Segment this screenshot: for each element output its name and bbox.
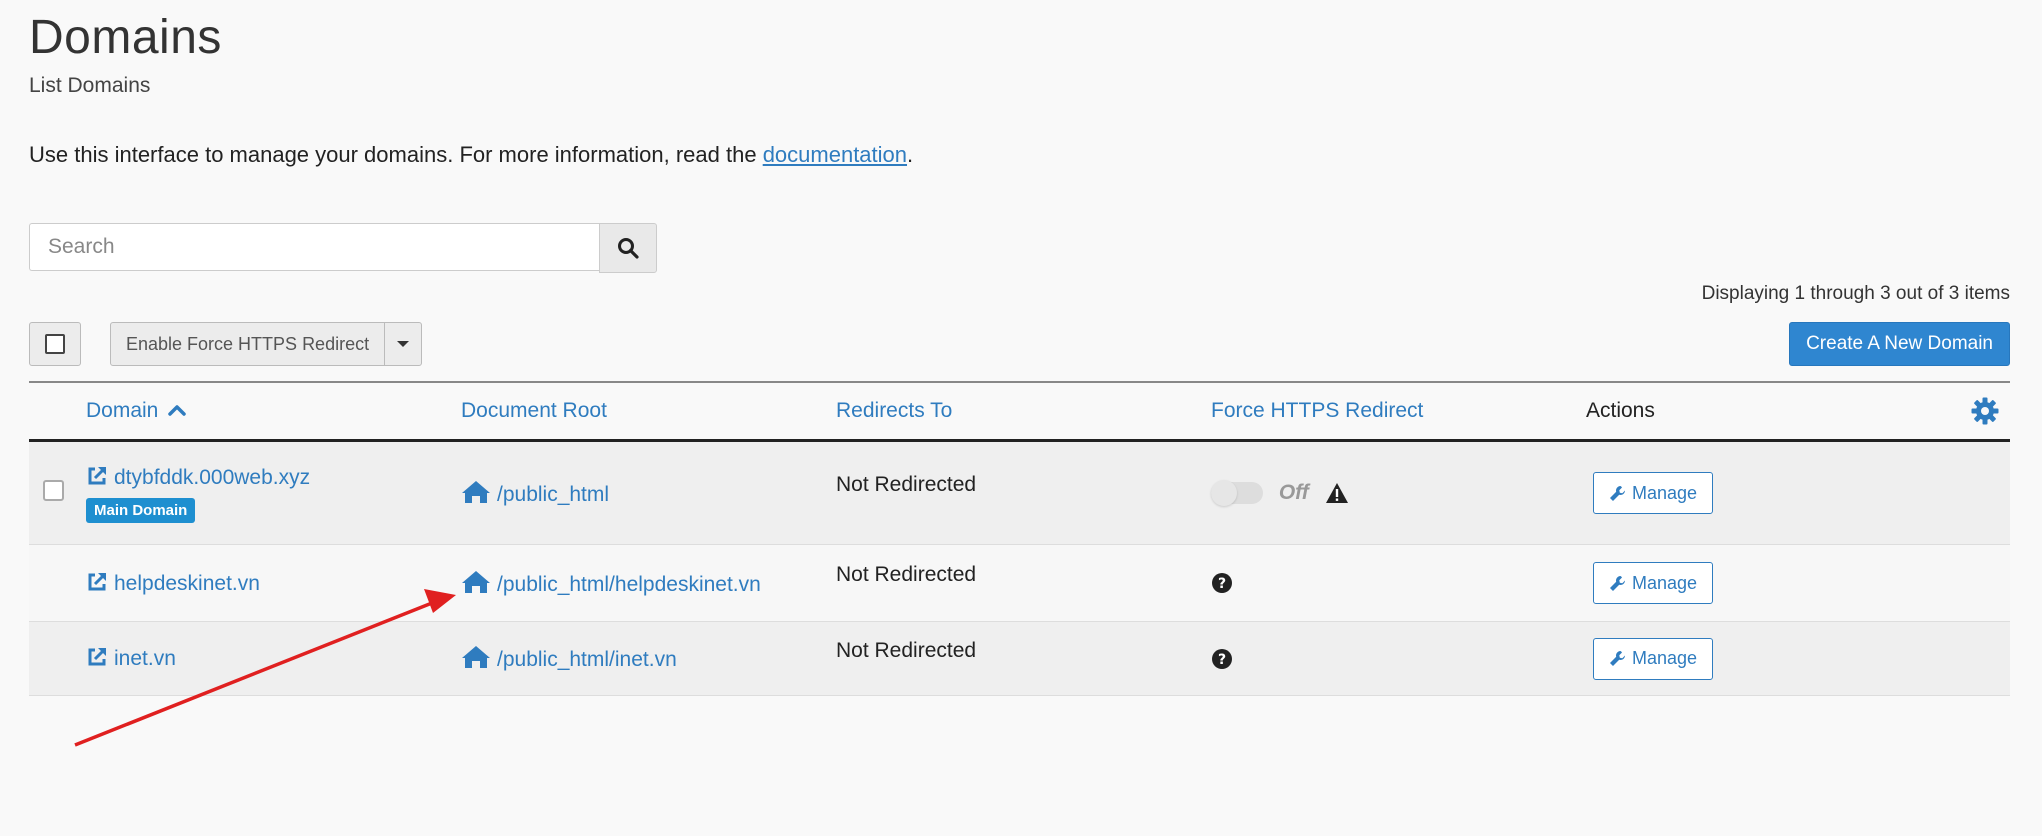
domains-table: Domain Document Root Redirects To Force … <box>29 381 2010 696</box>
enable-force-https-button[interactable]: Enable Force HTTPS Redirect <box>111 323 386 365</box>
intro-prefix: Use this interface to manage your domain… <box>29 142 763 167</box>
table-row: dtybfddk.000web.xyz Main Domain /public_… <box>29 440 2010 545</box>
toggle-knob <box>1211 480 1237 507</box>
manage-button[interactable]: Manage <box>1593 637 1714 680</box>
caret-down-icon <box>397 341 410 347</box>
domain-link[interactable]: helpdeskinet.vn <box>114 572 260 595</box>
column-header-domain[interactable]: Domain <box>86 381 461 442</box>
wrench-icon <box>1610 651 1625 666</box>
redirects-to-value: Not Redirected <box>836 563 977 586</box>
document-root-cell: /public_html <box>461 441 836 545</box>
manage-button[interactable]: Manage <box>1593 472 1714 514</box>
home-icon <box>462 480 490 503</box>
search-group <box>29 223 657 273</box>
documentation-link[interactable]: documentation <box>763 142 907 167</box>
domain-cell: inet.vn <box>86 622 461 696</box>
wrench-icon <box>1610 485 1625 501</box>
row-check-cell <box>29 545 86 622</box>
column-header-force-https[interactable]: Force HTTPS Redirect <box>1211 381 1586 442</box>
column-header-document-root[interactable]: Document Root <box>461 381 836 442</box>
redirects-to-cell: Not Redirected <box>836 441 1211 545</box>
document-root-cell: /public_html/inet.vn <box>461 622 836 696</box>
bulk-action-split-button: Enable Force HTTPS Redirect <box>110 322 423 366</box>
question-icon[interactable]: ? <box>1211 572 1233 594</box>
main-domain-badge: Main Domain <box>86 498 196 523</box>
search-icon <box>618 238 639 259</box>
external-link-icon <box>88 572 106 590</box>
column-label-actions: Actions <box>1586 399 1655 422</box>
search-input[interactable] <box>29 223 600 271</box>
pagination-summary: Displaying 1 through 3 out of 3 items <box>1701 283 2010 304</box>
domain-cell: dtybfddk.000web.xyz Main Domain <box>86 441 461 545</box>
intro-suffix: . <box>907 142 914 167</box>
row-checkbox[interactable] <box>43 479 64 501</box>
sort-up-icon <box>168 405 186 416</box>
domain-link[interactable]: inet.vn <box>114 647 176 670</box>
header-check-cell <box>29 381 86 442</box>
row-check-cell <box>29 622 86 696</box>
document-root-link[interactable]: /public_html/helpdeskinet.vn <box>497 573 761 596</box>
table-row: inet.vn /public_html/inet.vn Not Redirec… <box>29 621 2010 696</box>
page-subtitle: List Domains <box>29 74 151 97</box>
force-https-cell: ? <box>1211 622 1586 696</box>
column-header-actions: Actions <box>1586 381 2010 442</box>
redirects-to-value: Not Redirected <box>836 473 977 496</box>
external-link-icon <box>88 467 106 485</box>
actions-cell: Manage <box>1586 441 2010 545</box>
gear-icon[interactable] <box>1970 396 2000 426</box>
actions-cell: Manage <box>1586 545 2010 622</box>
create-domain-button[interactable]: Create A New Domain <box>1789 322 2010 366</box>
warning-icon <box>1325 483 1348 504</box>
document-root-link[interactable]: /public_html/inet.vn <box>497 648 677 671</box>
table-row: helpdeskinet.vn /public_html/helpdeskine… <box>29 544 2010 622</box>
bulk-action-dropdown-toggle[interactable] <box>385 323 421 365</box>
force-https-toggle[interactable] <box>1211 480 1263 507</box>
manage-label: Manage <box>1632 572 1698 593</box>
force-https-cell: Off <box>1211 441 1586 545</box>
toggle-state-label: Off <box>1278 481 1309 505</box>
table-header-row: Domain Document Root Redirects To Force … <box>29 381 2010 442</box>
intro-text: Use this interface to manage your domain… <box>29 142 913 168</box>
select-all-checkbox[interactable] <box>29 322 81 366</box>
column-header-redirects-to[interactable]: Redirects To <box>836 381 1211 442</box>
row-check-cell <box>29 441 86 545</box>
manage-label: Manage <box>1632 648 1698 668</box>
page-title: Domains <box>29 11 222 64</box>
force-https-cell: ? <box>1211 545 1586 622</box>
manage-label: Manage <box>1632 482 1698 503</box>
search-button[interactable] <box>599 223 657 273</box>
domain-link[interactable]: dtybfddk.000web.xyz <box>114 466 310 489</box>
manage-button[interactable]: Manage <box>1593 562 1714 604</box>
redirects-to-value: Not Redirected <box>836 638 977 662</box>
redirects-to-cell: Not Redirected <box>836 545 1211 622</box>
column-label-domain: Domain <box>86 399 159 422</box>
home-icon <box>462 570 490 593</box>
svg-text:?: ? <box>1218 576 1226 592</box>
document-root-cell: /public_html/helpdeskinet.vn <box>461 545 836 622</box>
domain-cell: helpdeskinet.vn <box>86 545 461 622</box>
document-root-link[interactable]: /public_html <box>497 483 609 506</box>
home-icon <box>462 646 490 668</box>
external-link-icon <box>88 648 106 666</box>
toolbar: Enable Force HTTPS Redirect Create A New… <box>29 322 2010 366</box>
question-icon[interactable]: ? <box>1211 648 1233 670</box>
svg-text:?: ? <box>1218 652 1226 668</box>
actions-cell: Manage <box>1586 622 2010 696</box>
redirects-to-cell: Not Redirected <box>836 622 1211 696</box>
wrench-icon <box>1610 575 1625 591</box>
checkbox-box <box>45 334 65 354</box>
